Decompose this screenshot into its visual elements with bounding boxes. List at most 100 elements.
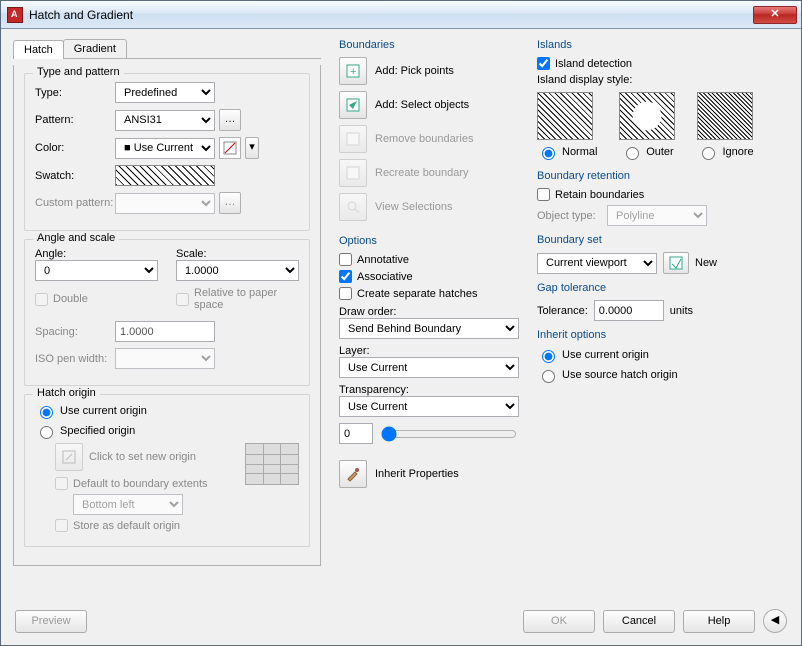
color-select[interactable]: ■ Use Current — [115, 138, 215, 159]
default-extents-label: Default to boundary extents — [73, 478, 208, 490]
pattern-browse-button[interactable]: … — [219, 109, 241, 131]
bg-color-button[interactable] — [219, 137, 241, 159]
island-normal-label: Normal — [562, 146, 597, 158]
default-extents-checkbox — [55, 477, 68, 490]
islands-heading: Islands — [537, 39, 789, 51]
scale-label: Scale: — [176, 248, 299, 260]
transparency-slider[interactable] — [381, 426, 517, 442]
object-type-label: Object type: — [537, 210, 607, 222]
boundaries-heading: Boundaries — [339, 39, 519, 51]
island-ignore-radio[interactable] — [702, 147, 715, 160]
set-origin-button — [55, 443, 83, 471]
cancel-button[interactable]: Cancel — [603, 610, 675, 633]
view-selections-button — [339, 193, 367, 221]
group-angle-scale: Angle and scale Angle: 0 Scale: 1.0000 — [24, 239, 310, 386]
app-icon — [7, 7, 23, 23]
use-current-origin-radio[interactable] — [40, 406, 53, 419]
remove-boundaries-button — [339, 125, 367, 153]
associative-checkbox[interactable] — [339, 270, 352, 283]
recreate-boundary-label: Recreate boundary — [375, 167, 469, 179]
object-type-select: Polyline — [607, 205, 707, 226]
swatch-label: Swatch: — [35, 170, 115, 182]
inherit-current-origin-radio[interactable] — [542, 350, 555, 363]
type-label: Type: — [35, 87, 115, 99]
view-selections-label: View Selections — [375, 201, 452, 213]
tolerance-input[interactable] — [594, 300, 664, 321]
preview-button: Preview — [15, 610, 87, 633]
tab-strip: Hatch Gradient — [13, 39, 321, 59]
island-display-style-label: Island display style: — [537, 74, 789, 86]
specified-origin-radio[interactable] — [40, 426, 53, 439]
swatch-preview[interactable] — [115, 165, 215, 186]
transparency-select[interactable]: Use Current — [339, 396, 519, 417]
custom-pattern-browse: … — [219, 192, 241, 214]
transparency-value-input[interactable] — [339, 423, 373, 444]
retain-boundaries-checkbox[interactable] — [537, 188, 550, 201]
inherit-properties-button[interactable] — [339, 460, 367, 488]
pattern-select[interactable]: ANSI31 — [115, 110, 215, 131]
island-detection-checkbox[interactable] — [537, 57, 550, 70]
dialog-footer: Preview OK Cancel Help ◀ — [13, 603, 789, 637]
bg-color-dropdown[interactable]: ▾ — [245, 137, 259, 159]
spacing-label: Spacing: — [35, 326, 115, 338]
layer-label: Layer: — [339, 345, 519, 357]
dialog-window: Hatch and Gradient ✕ Hatch Gradient Type… — [0, 0, 802, 646]
pick-points-button[interactable]: + — [339, 57, 367, 85]
custom-pattern-label: Custom pattern: — [35, 197, 115, 209]
relative-checkbox — [176, 293, 189, 306]
use-current-origin-label: Use current origin — [60, 405, 147, 417]
recreate-boundary-button — [339, 159, 367, 187]
select-objects-button[interactable] — [339, 91, 367, 119]
associative-label: Associative — [357, 271, 413, 283]
content-area: Hatch Gradient Type and pattern Type: Pr… — [1, 29, 801, 645]
island-outer-icon[interactable] — [619, 92, 675, 140]
transparency-label: Transparency: — [339, 384, 519, 396]
iso-select — [115, 348, 215, 369]
relative-label: Relative to paper space — [194, 287, 299, 311]
color-label: Color: — [35, 142, 115, 154]
type-select[interactable]: Predefined — [115, 82, 215, 103]
group-title: Type and pattern — [33, 66, 124, 78]
separate-hatches-label: Create separate hatches — [357, 288, 477, 300]
store-default-checkbox — [55, 519, 68, 532]
scale-select[interactable]: 1.0000 — [176, 260, 299, 281]
boundary-set-select[interactable]: Current viewport — [537, 253, 657, 274]
close-button[interactable]: ✕ — [753, 6, 797, 24]
extents-select: Bottom left — [73, 494, 183, 515]
annotative-checkbox[interactable] — [339, 253, 352, 266]
spacing-input — [115, 321, 215, 342]
inherit-properties-label: Inherit Properties — [375, 468, 459, 480]
tolerance-label: Tolerance: — [537, 305, 588, 317]
double-checkbox — [35, 293, 48, 306]
angle-label: Angle: — [35, 248, 158, 260]
island-normal-icon[interactable] — [537, 92, 593, 140]
remove-boundaries-label: Remove boundaries — [375, 133, 473, 145]
island-normal-radio[interactable] — [542, 147, 555, 160]
pick-points-label: Add: Pick points — [375, 65, 454, 77]
island-outer-label: Outer — [646, 146, 674, 158]
draw-order-select[interactable]: Send Behind Boundary — [339, 318, 519, 339]
separate-hatches-checkbox[interactable] — [339, 287, 352, 300]
new-boundary-set-label: New — [695, 257, 717, 269]
tab-hatch[interactable]: Hatch — [13, 40, 64, 59]
island-outer-radio[interactable] — [626, 147, 639, 160]
tolerance-units-label: units — [670, 305, 693, 317]
retain-boundaries-label: Retain boundaries — [555, 189, 644, 201]
layer-select[interactable]: Use Current — [339, 357, 519, 378]
new-boundary-set-button[interactable] — [663, 252, 689, 274]
tab-gradient[interactable]: Gradient — [63, 39, 127, 58]
island-ignore-icon[interactable] — [697, 92, 753, 140]
inherit-source-origin-radio[interactable] — [542, 370, 555, 383]
group-type-pattern: Type and pattern Type: Predefined Patter… — [24, 73, 310, 231]
svg-text:+: + — [350, 66, 356, 78]
angle-select[interactable]: 0 — [35, 260, 158, 281]
custom-pattern-select — [115, 193, 215, 214]
help-button[interactable]: Help — [683, 610, 755, 633]
group-title: Angle and scale — [33, 232, 119, 244]
gap-tolerance-heading: Gap tolerance — [537, 282, 789, 294]
options-heading: Options — [339, 235, 519, 247]
specified-origin-label: Specified origin — [60, 425, 135, 437]
titlebar: Hatch and Gradient ✕ — [1, 1, 801, 29]
iso-label: ISO pen width: — [35, 353, 115, 365]
collapse-button[interactable]: ◀ — [763, 609, 787, 633]
